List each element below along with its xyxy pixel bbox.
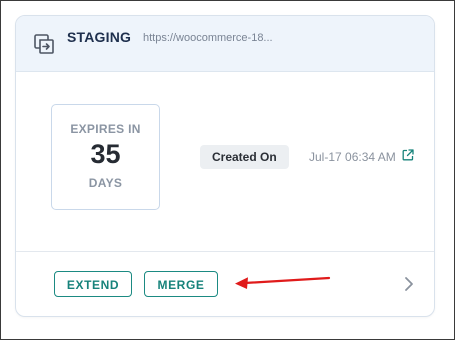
expiry-unit: DAYS [88,176,123,190]
expiry-box: EXPIRES IN 35 DAYS [51,104,160,210]
card-header: STAGING https://woocommerce-18... [16,16,434,72]
expiry-label: EXPIRES IN [70,122,141,136]
chevron-right-icon[interactable] [403,276,415,292]
created-date: Jul-17 06:34 AM [309,150,396,164]
card-divider [16,251,434,252]
site-name: STAGING [67,29,132,45]
site-url[interactable]: https://woocommerce-18... [143,31,273,45]
screenshot-frame: STAGING https://woocommerce-18... EXPIRE… [0,0,455,340]
external-link-icon[interactable] [402,149,414,161]
staging-copy-icon [34,34,54,54]
merge-button[interactable]: MERGE [144,271,218,297]
expiry-days-value: 35 [90,139,121,169]
staging-site-card: STAGING https://woocommerce-18... EXPIRE… [15,15,435,317]
annotation-arrow-icon [235,276,331,289]
created-on-badge: Created On [200,145,289,169]
extend-button[interactable]: EXTEND [54,271,132,297]
